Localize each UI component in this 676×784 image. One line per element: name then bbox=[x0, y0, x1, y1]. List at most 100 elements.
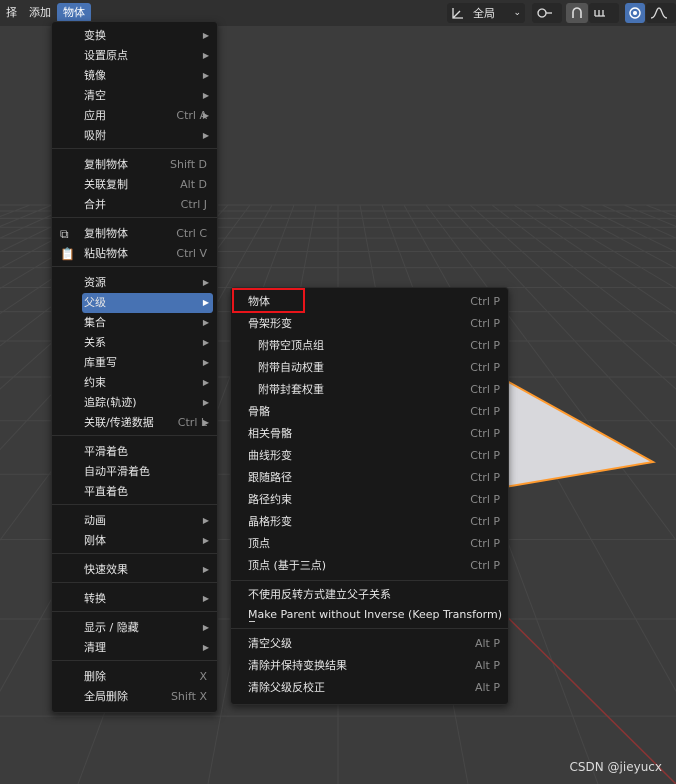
parent-submenu-item[interactable]: 清除并保持变换结果 Alt P bbox=[235, 656, 504, 676]
object-menu-item[interactable]: 删除 X bbox=[82, 667, 213, 687]
object-menu-item[interactable]: 库重写 ▶ bbox=[82, 353, 213, 373]
object-menu-item[interactable]: 追踪(轨迹) ▶ bbox=[82, 393, 213, 413]
object-menu-item[interactable]: 关系 ▶ bbox=[82, 333, 213, 353]
menu-item-label: 顶点 (基于三点) bbox=[248, 559, 327, 572]
object-menu-item[interactable]: 变换 ▶ bbox=[82, 26, 213, 46]
object-menu-item[interactable]: 镜像 ▶ bbox=[82, 66, 213, 86]
proportional-edit-button[interactable] bbox=[625, 3, 645, 23]
object-menu-item[interactable]: 自动平滑着色 bbox=[82, 462, 213, 482]
submenu-arrow-icon: ▶ bbox=[202, 398, 209, 407]
parent-submenu-item[interactable]: 曲线形变 Ctrl P bbox=[235, 446, 504, 466]
menu-item-label: 设置原点 bbox=[84, 49, 128, 62]
watermark: CSDN @jieyucx bbox=[569, 760, 662, 774]
parent-submenu-item[interactable]: 不使用反转方式建立父子关系 bbox=[235, 585, 504, 605]
menu-select[interactable]: 择 bbox=[0, 3, 23, 23]
object-menu-item[interactable]: 转换 ▶ bbox=[82, 589, 213, 609]
object-menu-item[interactable]: 设置原点 ▶ bbox=[82, 46, 213, 66]
object-menu-item[interactable]: 刚体 ▶ bbox=[82, 531, 213, 551]
object-menu-item[interactable]: 平直着色 bbox=[82, 482, 213, 502]
menu-item-label: Make Parent without Inverse (Keep Transf… bbox=[248, 608, 503, 621]
menu-item-shortcut: Alt P bbox=[474, 681, 500, 694]
parent-submenu-item[interactable]: Make Parent without Inverse (Keep Transf… bbox=[235, 605, 504, 625]
parent-submenu-item[interactable]: 附带自动权重 Ctrl P bbox=[235, 358, 504, 378]
parent-submenu-item[interactable]: 骨骼 Ctrl P bbox=[235, 402, 504, 422]
menu-item-label: 粘贴物体 bbox=[84, 247, 128, 260]
menu-item-label: 骨骼 bbox=[248, 405, 270, 418]
menu-item-label: 父级 bbox=[84, 296, 106, 309]
object-menu-item[interactable]: 平滑着色 bbox=[82, 442, 213, 462]
submenu-arrow-icon: ▶ bbox=[202, 358, 209, 367]
menu-item-shortcut: Ctrl P bbox=[470, 383, 500, 396]
menu-item-label: 清空父级 bbox=[248, 637, 292, 650]
menu-add[interactable]: 添加 bbox=[23, 3, 57, 23]
parent-submenu-item[interactable]: 清除父级反校正 Alt P bbox=[235, 678, 504, 698]
object-menu-item[interactable]: 快速效果 ▶ bbox=[82, 560, 213, 580]
submenu-arrow-icon: ▶ bbox=[202, 298, 209, 307]
submenu-arrow-icon: ▶ bbox=[202, 378, 209, 387]
falloff-dropdown[interactable] bbox=[646, 3, 676, 23]
object-menu-item[interactable]: 约束 ▶ bbox=[82, 373, 213, 393]
menu-item-shortcut: Shift D bbox=[170, 158, 207, 171]
menu-separator bbox=[52, 660, 217, 661]
menu-item-label: 晶格形变 bbox=[248, 515, 292, 528]
menu-item-label: 附带封套权重 bbox=[258, 383, 324, 396]
object-menu-item[interactable]: 应用 Ctrl A ▶ bbox=[82, 106, 213, 126]
menu-separator bbox=[52, 553, 217, 554]
submenu-arrow-icon: ▶ bbox=[202, 111, 209, 120]
menu-item-shortcut: Shift X bbox=[170, 690, 207, 703]
menu-item-label: 刚体 bbox=[84, 534, 106, 547]
parent-submenu-item[interactable]: 附带封套权重 Ctrl P bbox=[235, 380, 504, 400]
object-menu-item[interactable]: 📋 粘贴物体 Ctrl V bbox=[60, 244, 213, 264]
menu-item-label: 镜像 bbox=[84, 69, 106, 82]
menu-item-label: 清理 bbox=[84, 641, 106, 654]
object-menu-item[interactable]: 吸附 ▶ bbox=[82, 126, 213, 146]
submenu-arrow-icon: ▶ bbox=[202, 536, 209, 545]
menu-item-label: 平滑着色 bbox=[84, 445, 128, 458]
menu-item-shortcut: Ctrl C bbox=[176, 227, 207, 240]
parent-submenu-item[interactable]: 顶点 Ctrl P bbox=[235, 534, 504, 554]
menu-item-label: 不使用反转方式建立父子关系 bbox=[248, 588, 391, 601]
object-menu-item[interactable]: 清理 ▶ bbox=[82, 638, 213, 658]
object-menu-item[interactable]: 清空 ▶ bbox=[82, 86, 213, 106]
chevron-down-icon: ⌄ bbox=[513, 8, 521, 18]
snap-link-button[interactable] bbox=[532, 3, 562, 23]
object-menu-item[interactable]: 动画 ▶ bbox=[82, 511, 213, 531]
menu-item-label: 删除 bbox=[84, 670, 106, 683]
object-menu-item[interactable]: 全局删除 Shift X bbox=[82, 687, 213, 707]
menu-object[interactable]: 物体 bbox=[57, 3, 91, 23]
object-menu-item[interactable]: 复制物体 Shift D bbox=[82, 155, 213, 175]
menu-item-shortcut: Ctrl P bbox=[470, 405, 500, 418]
parent-submenu-item[interactable]: 晶格形变 Ctrl P bbox=[235, 512, 504, 532]
parent-submenu-item[interactable]: 跟随路径 Ctrl P bbox=[235, 468, 504, 488]
submenu-arrow-icon: ▶ bbox=[202, 623, 209, 632]
copy-icon: ⧉ bbox=[60, 227, 69, 241]
snap-toggle-button[interactable] bbox=[566, 3, 588, 23]
menu-separator bbox=[231, 580, 508, 581]
parent-submenu-item[interactable]: 顶点 (基于三点) Ctrl P bbox=[235, 556, 504, 576]
object-menu-item[interactable]: ⧉ 复制物体 Ctrl C bbox=[60, 224, 213, 244]
menu-item-label: 跟随路径 bbox=[248, 471, 292, 484]
menu-item-label: 清空 bbox=[84, 89, 106, 102]
parent-submenu: 物体 Ctrl P 骨架形变 Ctrl P 附带空顶点组 Ctrl P 附带自动权重 Ctrl… bbox=[230, 287, 509, 705]
object-menu-item[interactable]: 关联复制 Alt D bbox=[82, 175, 213, 195]
menu-item-label: 集合 bbox=[84, 316, 106, 329]
object-menu-item[interactable]: 合并 Ctrl J bbox=[82, 195, 213, 215]
highlight-box bbox=[232, 288, 305, 313]
object-menu-item[interactable]: 资源 ▶ bbox=[82, 273, 213, 293]
parent-submenu-item[interactable]: 相关骨骼 Ctrl P bbox=[235, 424, 504, 444]
parent-submenu-item[interactable]: 清空父级 Alt P bbox=[235, 634, 504, 654]
menu-item-label: 合并 bbox=[84, 198, 106, 211]
object-menu-item[interactable]: 显示 / 隐藏 ▶ bbox=[82, 618, 213, 638]
parent-submenu-item[interactable]: 路径约束 Ctrl P bbox=[235, 490, 504, 510]
parent-submenu-item[interactable]: 骨架形变 Ctrl P bbox=[235, 314, 504, 334]
transform-orientation-dropdown[interactable]: 全局 ⌄ bbox=[447, 3, 525, 23]
snap-target-dropdown[interactable] bbox=[589, 3, 619, 23]
menu-item-label: 复制物体 bbox=[84, 227, 128, 240]
menu-item-label: 路径约束 bbox=[248, 493, 292, 506]
parent-submenu-item[interactable]: 附带空顶点组 Ctrl P bbox=[235, 336, 504, 356]
object-menu-item[interactable]: 关联/传递数据 Ctrl L ▶ bbox=[82, 413, 213, 433]
menu-item-shortcut: Ctrl P bbox=[470, 559, 500, 572]
proportional-edit-icon bbox=[629, 7, 641, 19]
object-menu-item[interactable]: 集合 ▶ bbox=[82, 313, 213, 333]
object-menu-item[interactable]: 父级 ▶ bbox=[82, 293, 213, 313]
